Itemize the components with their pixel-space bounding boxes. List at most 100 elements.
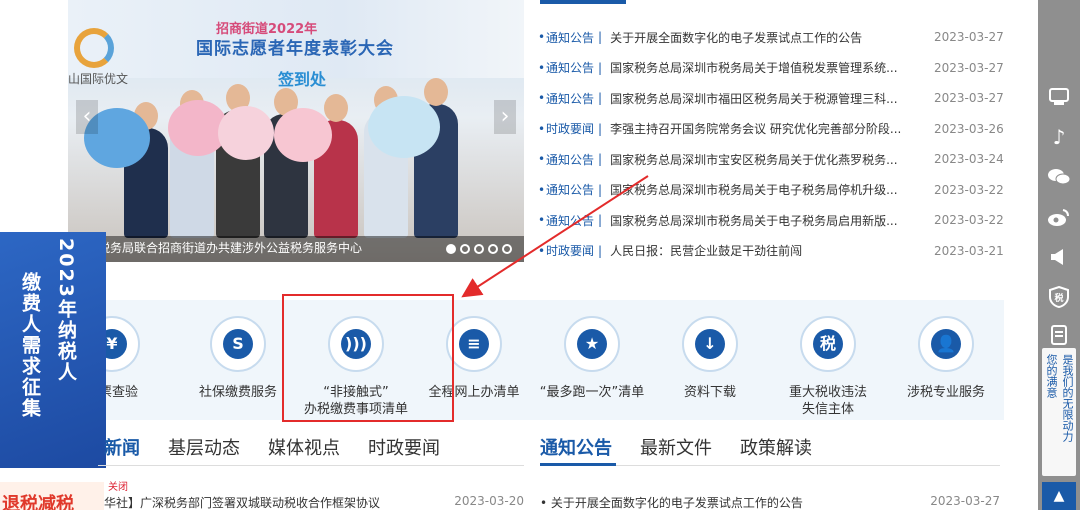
notice-tabs: 通知公告 最新文件 政策解读: [540, 434, 812, 460]
tab[interactable]: 媒体视点: [268, 434, 340, 460]
mobile-app-icon[interactable]: [1046, 84, 1072, 110]
bullet-icon: •: [538, 91, 546, 106]
bullet-icon: •: [538, 152, 546, 167]
page: 山国际优文 招商街道2022年 国际志愿者年度表彰大会 签到处 ‹ › 税务局联…: [0, 0, 1080, 510]
bullet-icon: •: [538, 30, 546, 45]
news-title[interactable]: 国家税务总局深圳市宝安区税务局关于优化燕罗税务...: [610, 151, 904, 168]
service-icon-circle[interactable]: S: [210, 316, 266, 372]
news-row[interactable]: • 通知公告 | 国家税务总局深圳市税务局关于电子税务局启用新版... 2023-03-…: [538, 205, 1004, 236]
service-item[interactable]: 👤 涉税专业服务: [886, 316, 1006, 401]
banner-carousel[interactable]: 山国际优文 招商街道2022年 国际志愿者年度表彰大会 签到处 ‹ › 税务局联…: [68, 0, 524, 262]
news-title[interactable]: 李强主持召开国务院常务会议 研究优化完善部分阶段...: [610, 120, 904, 137]
news-row[interactable]: • 通知公告 | 国家税务总局深圳市税务局关于电子税务局停机升级... 2023-03-…: [538, 175, 1004, 206]
banner-next-button[interactable]: ›: [494, 100, 516, 134]
feedback-text-2: 您的满意: [1045, 354, 1058, 398]
service-label-line2[interactable]: 失信主体: [768, 401, 888, 418]
news-category[interactable]: 通知公告: [546, 151, 594, 168]
news-item[interactable]: 华社】广深税务部门签署双城联动税收合作框架协议 2023-03-20: [104, 494, 524, 510]
service-item[interactable]: 税重大税收违法 失信主体: [768, 316, 888, 418]
notice-item-date: 2023-03-27: [930, 494, 1000, 508]
banner-caption[interactable]: 税务局联合招商街道办共建涉外公益税务服务中心: [98, 239, 362, 256]
news-category[interactable]: 通知公告: [546, 181, 594, 198]
news-item-date: 2023-03-20: [454, 494, 524, 508]
promo-banner[interactable]: 退税减税: [0, 482, 104, 510]
bullet-icon: •: [538, 213, 546, 228]
news-title[interactable]: 国家税务总局深圳市税务局关于电子税务局启用新版...: [610, 212, 904, 229]
news-category[interactable]: 通知公告: [546, 212, 594, 229]
news-category[interactable]: 时政要闻: [546, 120, 594, 137]
news-tabs: 新闻 基层动态 媒体视点 时政要闻: [104, 434, 440, 460]
banner-survey-text: 缴费人需求征集: [19, 272, 41, 419]
service-shortcuts: ¥ 发票查验 S 社保缴费服务))) “非接触式” 办税缴费事项清单 ≡ 全程网上办清单 ★ “最…: [84, 300, 1006, 420]
separator: |: [598, 121, 603, 136]
news-date: 2023-03-24: [934, 152, 1004, 167]
service-icon-circle[interactable]: 👤: [918, 316, 974, 372]
banner-prev-button[interactable]: ‹: [76, 100, 98, 134]
news-category[interactable]: 时政要闻: [546, 242, 594, 259]
notice-item-title[interactable]: • 关于开展全面数字化的电子发票试点工作的公告: [540, 494, 930, 510]
news-item-title[interactable]: 华社】广深税务部门签署双城联动税收合作框架协议: [104, 494, 454, 510]
news-date: 2023-03-27: [934, 91, 1004, 106]
banner-dot[interactable]: [474, 244, 484, 254]
banner-logo: [74, 28, 114, 68]
tab[interactable]: 新闻: [104, 434, 140, 460]
banner-photo-people: [68, 68, 524, 238]
news-row[interactable]: • 通知公告 | 国家税务总局深圳市福田区税务局关于税源管理三科... 2023-03-…: [538, 83, 1004, 114]
news-date: 2023-03-27: [934, 60, 1004, 75]
weibo-icon[interactable]: [1046, 204, 1072, 230]
banner-dot[interactable]: [488, 244, 498, 254]
close-link[interactable]: 关闭: [108, 478, 128, 493]
banner-dot[interactable]: [446, 244, 456, 254]
news-category[interactable]: 通知公告: [546, 59, 594, 76]
service-label[interactable]: 社保缴费服务: [178, 384, 298, 401]
service-icon-circle[interactable]: 税: [800, 316, 856, 372]
shield-tax-icon[interactable]: 税: [1046, 284, 1072, 310]
service-icon-circle[interactable]: ↓: [682, 316, 738, 372]
news-title[interactable]: 国家税务总局深圳市税务局关于电子税务局停机升级...: [610, 181, 904, 198]
demand-survey-banner[interactable]: 2023年纳税人 缴费人需求征集: [0, 232, 106, 468]
service-icon-circle[interactable]: ★: [564, 316, 620, 372]
service-item[interactable]: S 社保缴费服务: [178, 316, 298, 401]
tab[interactable]: 基层动态: [168, 434, 240, 460]
right-sidebar: ♪ 税 是我们的无限动力 您的满意 ▲: [1038, 0, 1080, 510]
separator: |: [598, 182, 603, 197]
service-item[interactable]: ↓ 资料下载: [650, 316, 770, 401]
separator: |: [598, 213, 603, 228]
tab[interactable]: 最新文件: [640, 434, 712, 460]
service-icon-circle[interactable]: ≡: [446, 316, 502, 372]
news-row[interactable]: • 通知公告 | 关于开展全面数字化的电子发票试点工作的公告 2023-03-27: [538, 22, 1004, 53]
tab-active-indicator: [540, 463, 616, 466]
news-row[interactable]: • 时政要闻 | 李强主持召开国务院常务会议 研究优化完善部分阶段... 2023-03…: [538, 114, 1004, 145]
service-label[interactable]: 资料下载: [650, 384, 770, 401]
news-category[interactable]: 通知公告: [546, 29, 594, 46]
document-icon[interactable]: [1046, 322, 1072, 348]
banner-dot[interactable]: [460, 244, 470, 254]
banner-year-text: 2023年纳税人: [55, 238, 77, 383]
news-row[interactable]: • 时政要闻 | 人民日报：民营企业鼓足干劲往前闯 2023-03-21: [538, 236, 1004, 267]
tab[interactable]: 通知公告: [540, 434, 612, 460]
douyin-icon[interactable]: ♪: [1046, 124, 1072, 150]
service-icon: S: [223, 329, 253, 359]
wechat-icon[interactable]: [1046, 164, 1072, 190]
news-date: 2023-03-22: [934, 182, 1004, 197]
service-label[interactable]: 涉税专业服务: [886, 384, 1006, 401]
news-title[interactable]: 关于开展全面数字化的电子发票试点工作的公告: [610, 29, 904, 46]
news-date: 2023-03-26: [934, 121, 1004, 136]
news-title[interactable]: 国家税务总局深圳市福田区税务局关于税源管理三科...: [610, 90, 904, 107]
banner-dot[interactable]: [502, 244, 512, 254]
back-to-top-button[interactable]: ▲: [1042, 482, 1076, 510]
tab[interactable]: 时政要闻: [368, 434, 440, 460]
news-row[interactable]: • 通知公告 | 国家税务总局深圳市宝安区税务局关于优化燕罗税务... 2023-03-…: [538, 144, 1004, 175]
banner-pagination[interactable]: [446, 244, 512, 254]
feedback-card[interactable]: 是我们的无限动力 您的满意: [1042, 348, 1076, 476]
broadcast-icon[interactable]: [1046, 244, 1072, 270]
notice-item[interactable]: • 关于开展全面数字化的电子发票试点工作的公告 2023-03-27: [540, 494, 1000, 510]
service-label[interactable]: 重大税收违法: [768, 384, 888, 401]
news-title[interactable]: 人民日报：民营企业鼓足干劲往前闯: [610, 242, 904, 259]
news-row[interactable]: • 通知公告 | 国家税务总局深圳市税务局关于增值税发票管理系统... 2023-03-…: [538, 53, 1004, 84]
service-label[interactable]: “最多跑一次”清单: [532, 384, 652, 401]
service-item[interactable]: ★ “最多跑一次”清单: [532, 316, 652, 401]
news-title[interactable]: 国家税务总局深圳市税务局关于增值税发票管理系统...: [610, 59, 904, 76]
news-category[interactable]: 通知公告: [546, 90, 594, 107]
tab[interactable]: 政策解读: [740, 434, 812, 460]
